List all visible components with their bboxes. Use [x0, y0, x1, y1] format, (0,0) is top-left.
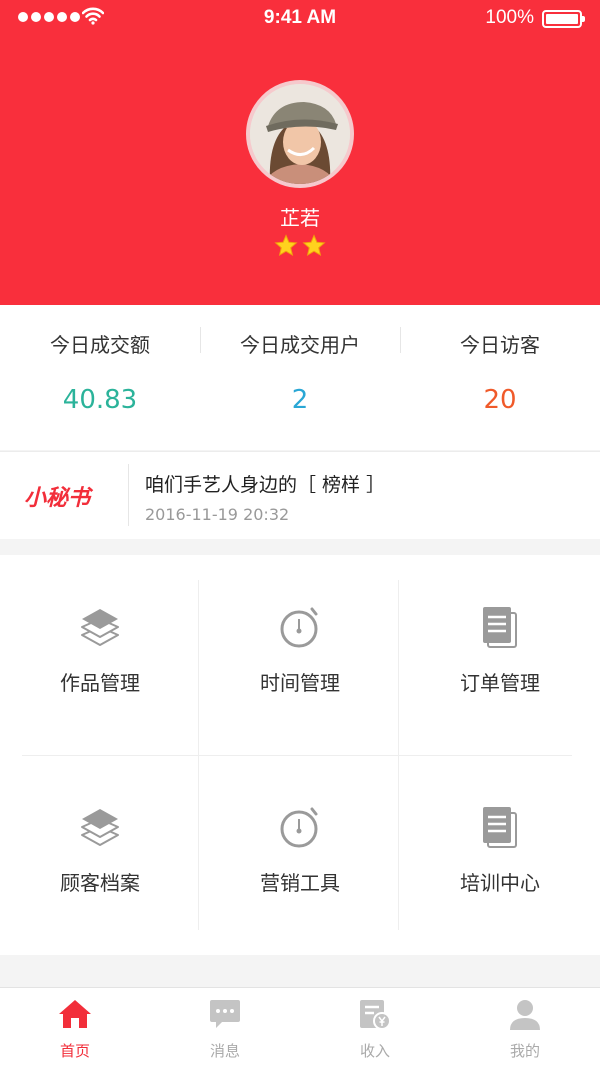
menu-marketing[interactable]: 营销工具: [200, 755, 400, 955]
tab-profile[interactable]: 我的: [450, 988, 600, 1067]
tab-income[interactable]: 收入: [300, 988, 450, 1067]
tab-label: 首页: [59, 1042, 90, 1060]
tab-home[interactable]: 首页: [0, 988, 150, 1067]
layers-icon: [81, 609, 119, 646]
stat-label: 今日成交额: [50, 333, 150, 357]
user-icon: [510, 1000, 540, 1030]
status-bar: 9:41 AM 100%: [0, 0, 600, 36]
menu-time[interactable]: 时间管理: [200, 555, 400, 755]
stat-value: 2: [291, 385, 309, 415]
today-stats: 今日成交额 40.83 今日成交用户 2 今日访客 20: [0, 305, 600, 450]
divider: [128, 464, 129, 526]
stopwatch-icon: [280, 607, 318, 648]
tab-label: 我的: [509, 1042, 540, 1060]
avatar[interactable]: [246, 80, 354, 188]
stat-buyers[interactable]: 今日成交用户 2: [200, 305, 400, 450]
stopwatch-icon: [280, 807, 318, 848]
stat-label: 今日访客: [460, 333, 540, 357]
user-name: 芷若: [280, 206, 320, 230]
avatar-portrait: [250, 84, 350, 184]
notice-brand: 小秘书: [24, 486, 91, 511]
notice-time: 2016-11-19 20:32: [145, 505, 290, 524]
menu-works[interactable]: 作品管理: [0, 555, 200, 755]
star-icon: [302, 234, 326, 257]
menu-label: 培训中心: [460, 871, 540, 895]
income-icon: [360, 1000, 391, 1030]
menu-label: 作品管理: [60, 671, 140, 695]
stat-value: 40.83: [62, 385, 138, 415]
menu-grid: 作品管理 时间管理 订单管理 顾客档案 营销工具 培训中心: [0, 555, 600, 955]
home-icon: [59, 1000, 91, 1028]
stat-visitors[interactable]: 今日访客 20: [400, 305, 600, 450]
document-icon: [483, 607, 517, 648]
menu-training[interactable]: 培训中心: [400, 755, 600, 955]
notice-title: 咱们手艺人身边的［ 榜样 ］: [145, 474, 386, 496]
stat-sales[interactable]: 今日成交额 40.83: [0, 305, 200, 450]
star-icon: [274, 234, 298, 257]
layers-icon: [81, 809, 119, 846]
battery-percent: 100%: [485, 7, 534, 28]
menu-orders[interactable]: 订单管理: [400, 555, 600, 755]
menu-label: 营销工具: [260, 871, 340, 895]
profile-header: 9:41 AM 100% 芷若: [0, 0, 600, 305]
tab-label: 消息: [209, 1042, 240, 1060]
menu-label: 时间管理: [260, 671, 340, 695]
tab-label: 收入: [359, 1042, 390, 1060]
menu-customers[interactable]: 顾客档案: [0, 755, 200, 955]
notice-banner[interactable]: 小秘书 咱们手艺人身边的［ 榜样 ］ 2016-11-19 20:32: [0, 451, 600, 539]
tab-messages[interactable]: 消息: [150, 988, 300, 1067]
document-icon: [483, 807, 517, 848]
stat-value: 20: [483, 385, 517, 415]
stat-label: 今日成交用户: [240, 333, 360, 357]
tab-bar: 首页 消息 收入 我的: [0, 987, 600, 1067]
menu-label: 顾客档案: [60, 871, 140, 895]
message-icon: [210, 1000, 240, 1028]
menu-label: 订单管理: [460, 671, 540, 695]
battery-icon: [542, 10, 585, 28]
rating-stars: [274, 234, 326, 258]
